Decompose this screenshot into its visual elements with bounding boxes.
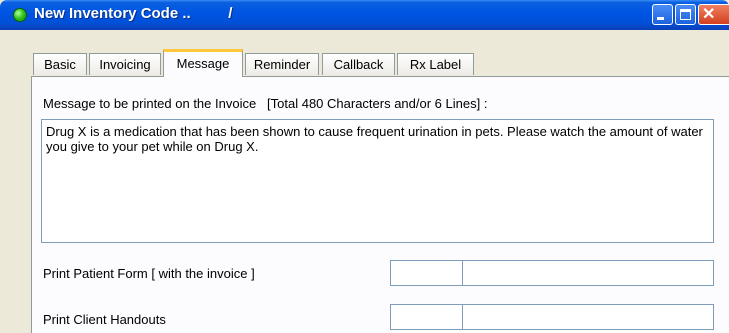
tab-rx-label[interactable]: Rx Label [397, 53, 474, 75]
status-dot-icon [13, 8, 27, 22]
client-handouts-description-field[interactable] [462, 304, 714, 330]
close-icon: ✕ [702, 6, 716, 23]
print-client-handouts-label: Print Client Handouts [43, 312, 166, 327]
minimize-button[interactable] [652, 4, 673, 25]
close-button[interactable]: ✕ [698, 4, 729, 25]
maximize-button[interactable] [675, 4, 696, 25]
message-label: Message to be printed on the Invoice [To… [43, 96, 488, 111]
print-patient-form-label: Print Patient Form [ with the invoice ] [43, 266, 255, 281]
client-handouts-code-field[interactable] [390, 304, 463, 330]
maximize-icon [680, 9, 691, 20]
tab-message[interactable]: Message [163, 49, 243, 77]
window-title: New Inventory Code .. / [34, 5, 233, 22]
tab-callback[interactable]: Callback [322, 53, 395, 75]
tab-invoicing[interactable]: Invoicing [89, 53, 161, 75]
patient-form-code-field[interactable] [390, 260, 463, 286]
tab-basic[interactable]: Basic [33, 53, 87, 75]
patient-form-description-field[interactable] [462, 260, 714, 286]
tab-reminder[interactable]: Reminder [245, 53, 319, 75]
message-textarea[interactable]: Drug X is a medication that has been sho… [41, 119, 714, 243]
minimize-icon [657, 17, 664, 20]
title-bar[interactable]: New Inventory Code .. / ✕ [0, 0, 729, 30]
